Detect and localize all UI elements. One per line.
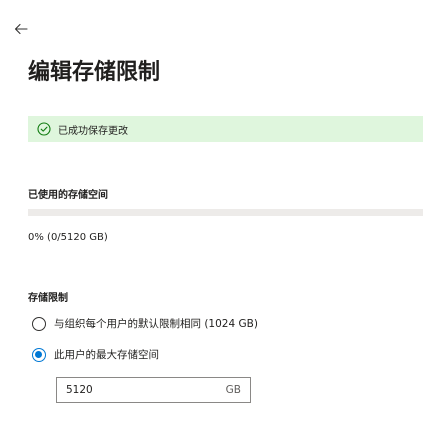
storage-limit-label: 存储限制: [28, 293, 68, 304]
input-unit-suffix: GB: [225, 384, 241, 396]
radio-option-custom-limit[interactable]: 此用户的最大存储空间: [32, 347, 159, 362]
max-storage-input[interactable]: [57, 378, 226, 402]
storage-usage-text: 0% (0/5120 GB): [28, 232, 108, 243]
success-message-text: 已成功保存更改: [58, 125, 128, 137]
checkmark-circle-icon: [37, 122, 51, 136]
radio-button[interactable]: [32, 347, 46, 362]
arrow-left-icon: [14, 23, 28, 35]
radio-label: 此用户的最大存储空间: [54, 349, 159, 361]
storage-usage-bar: [28, 209, 423, 216]
radio-button[interactable]: [32, 316, 46, 331]
back-button[interactable]: [12, 20, 30, 38]
max-storage-field[interactable]: GB: [56, 377, 251, 403]
radio-option-default-limit[interactable]: 与组织每个用户的默认限制相同 (1024 GB): [32, 316, 258, 331]
storage-used-label: 已使用的存储空间: [28, 190, 108, 201]
radio-label: 与组织每个用户的默认限制相同 (1024 GB): [54, 318, 258, 330]
success-message-bar: 已成功保存更改: [28, 116, 423, 142]
page-title: 编辑存储限制: [28, 60, 161, 85]
